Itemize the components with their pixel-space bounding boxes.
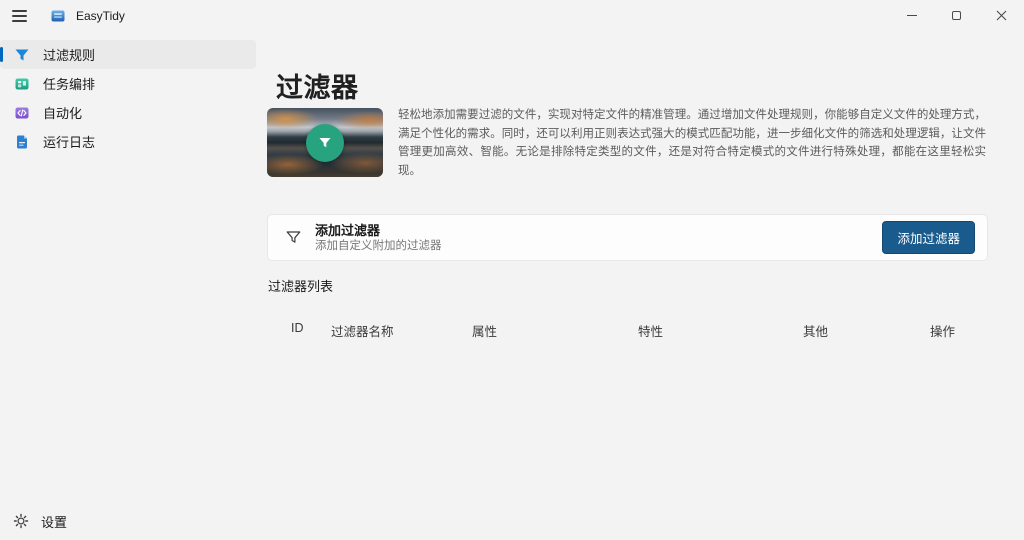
column-header-action: 操作 — [930, 325, 956, 339]
sidebar-item-run-logs[interactable]: 运行日志 — [0, 127, 256, 156]
sidebar-item-settings[interactable]: 设置 — [0, 506, 256, 536]
column-header-characteristic: 特性 — [638, 325, 664, 339]
column-header-name: 过滤器名称 — [331, 325, 394, 339]
sidebar-item-filter-rules[interactable]: 过滤规则 — [0, 40, 256, 69]
add-filter-card-subtitle: 添加自定义附加的过滤器 — [315, 239, 442, 252]
add-filter-card: 添加过滤器 添加自定义附加的过滤器 添加过滤器 — [267, 214, 988, 261]
page-description: 轻松地添加需要过滤的文件，实现对特定文件的精准管理。通过增加文件处理规则，你能够… — [398, 109, 986, 177]
add-filter-card-text: 添加过滤器 添加自定义附加的过滤器 — [315, 223, 442, 253]
sidebar-item-label: 自动化 — [43, 106, 83, 121]
sidebar-item-automation[interactable]: 自动化 — [0, 98, 256, 127]
app-logo-icon — [50, 8, 66, 24]
sidebar-item-task-orchestration[interactable]: 任务编排 — [0, 69, 256, 98]
tasks-icon — [14, 76, 30, 92]
hero-image — [267, 108, 383, 177]
hamburger-menu-icon[interactable] — [10, 2, 40, 30]
main-content: 过滤器 轻松地添加需要过滤的文件，实现对特定文件的精准管理。通过增加文件处理规则… — [267, 0, 988, 540]
hero-filter-badge-icon — [306, 123, 344, 162]
sidebar-item-label: 过滤规则 — [43, 48, 96, 63]
column-header-id: ID — [291, 321, 304, 335]
filter-icon — [14, 47, 30, 63]
filter-list-label: 过滤器列表 — [268, 279, 334, 294]
add-filter-button[interactable]: 添加过滤器 — [882, 221, 975, 254]
automation-icon — [14, 105, 30, 121]
sidebar-nav: 过滤规则 任务编排 自动化 运行日志 — [0, 40, 256, 156]
settings-label: 设置 — [41, 514, 68, 530]
column-header-attribute: 属性 — [472, 325, 498, 339]
app-title: EasyTidy — [76, 9, 125, 23]
logs-icon — [14, 134, 30, 150]
funnel-outline-icon — [285, 229, 302, 246]
sidebar-item-label: 运行日志 — [43, 135, 96, 150]
gear-icon — [13, 513, 29, 529]
column-header-other: 其他 — [803, 325, 829, 339]
page-title: 过滤器 — [276, 73, 359, 103]
sidebar-item-label: 任务编排 — [43, 77, 96, 92]
filter-table-header: ID 过滤器名称 属性 特性 其他 操作 — [267, 321, 988, 339]
add-filter-card-title: 添加过滤器 — [315, 222, 381, 238]
hero-section: 轻松地添加需要过滤的文件，实现对特定文件的精准管理。通过增加文件处理规则，你能够… — [267, 108, 988, 180]
